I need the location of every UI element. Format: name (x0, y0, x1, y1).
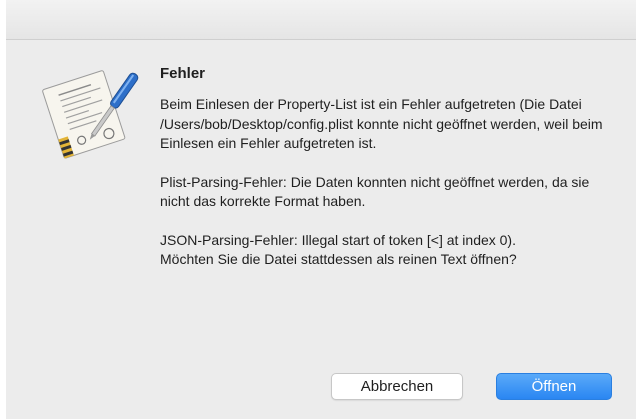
cancel-button[interactable]: Abbrechen (331, 373, 463, 400)
error-message: Beim Einlesen der Property-List ist ein … (160, 96, 603, 151)
open-button[interactable]: Öffnen (496, 373, 612, 400)
property-list-editor-app-icon (40, 60, 140, 160)
json-parsing-error: JSON-Parsing-Fehler: Illegal start of to… (160, 231, 516, 248)
screen: Fehler Beim Einlesen der Property-List i… (0, 0, 636, 419)
dialog-buttons: Abbrechen Öffnen (331, 373, 612, 400)
error-dialog: Fehler Beim Einlesen der Property-List i… (6, 40, 636, 419)
plist-parsing-error: Plist-Parsing-Fehler: Die Daten konnten … (160, 173, 590, 210)
open-as-text-question: Möchten Sie die Datei stattdessen als re… (160, 251, 517, 267)
window-titlebar (6, 0, 636, 40)
dialog-title: Fehler (160, 65, 206, 82)
dialog-content: Fehler Beim Einlesen der Property-List i… (160, 65, 616, 270)
app-icon-graphic (42, 70, 139, 159)
